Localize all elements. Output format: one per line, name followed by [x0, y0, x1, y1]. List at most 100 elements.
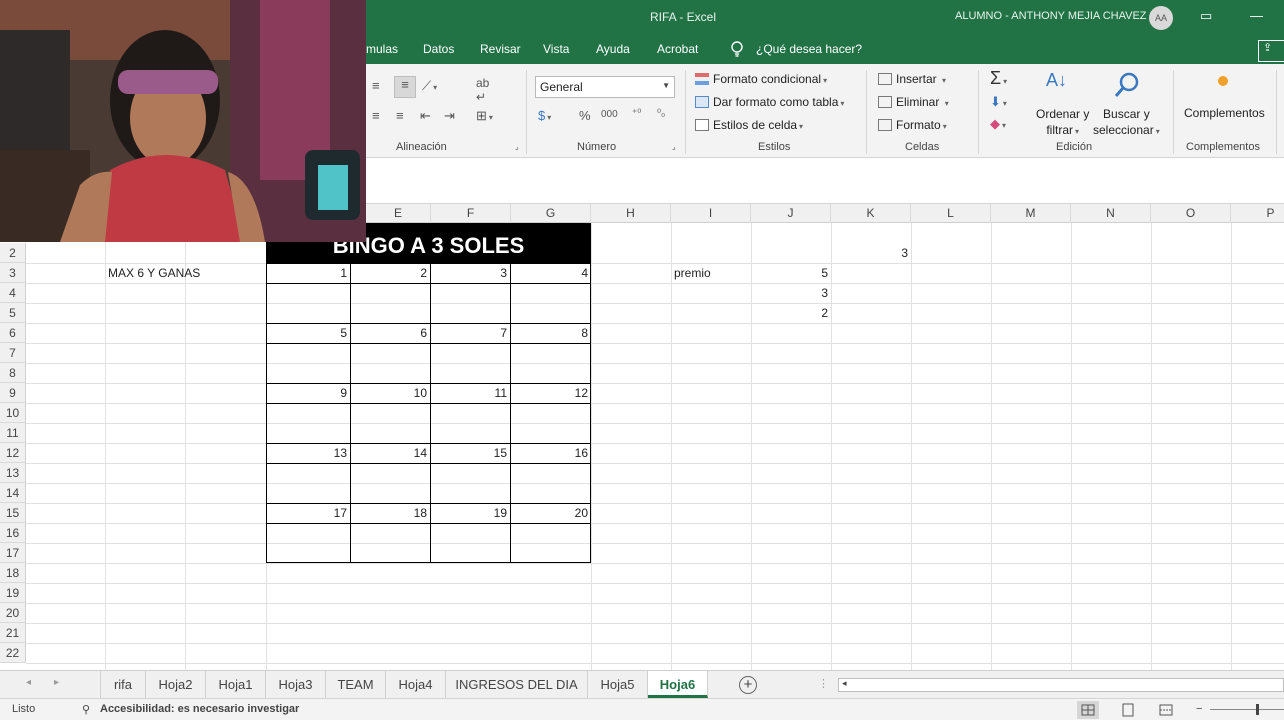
row-header[interactable]: 14 [0, 483, 26, 503]
premio-label-cell[interactable]: premio [674, 263, 711, 283]
max-note-cell[interactable]: MAX 6 Y GANAS [108, 263, 200, 283]
zoom-slider-thumb[interactable] [1256, 704, 1259, 715]
bingo-number-cell[interactable]: 19 [430, 503, 510, 523]
row-header[interactable]: 16 [0, 523, 26, 543]
ribbon-display-options-icon[interactable]: ▭ [1200, 8, 1212, 24]
tab-formulas[interactable]: mulas [366, 42, 398, 56]
tab-datos[interactable]: Datos [423, 42, 454, 56]
row-header[interactable]: 5 [0, 303, 26, 323]
add-sheet-button[interactable]: + [739, 676, 757, 694]
bingo-number-cell[interactable]: 16 [510, 443, 591, 463]
row-header[interactable]: 20 [0, 603, 26, 623]
fill-down-icon[interactable]: ⬇ ▾ [990, 94, 1007, 110]
bingo-number-cell[interactable]: 7 [430, 323, 510, 343]
bingo-number-cell[interactable]: 8 [510, 323, 591, 343]
align-left-icon[interactable]: ≡ [372, 108, 380, 123]
column-header-k[interactable]: K [831, 204, 911, 223]
column-header-m[interactable]: M [991, 204, 1071, 223]
row-header[interactable]: 18 [0, 563, 26, 583]
cell-k2[interactable]: 3 [831, 243, 911, 263]
insert-cells-button[interactable]: Insertar ▾ [878, 72, 946, 86]
bingo-number-cell[interactable]: 4 [510, 263, 591, 283]
merge-center-icon[interactable]: ⊞ ▾ [476, 108, 493, 124]
autosum-icon[interactable]: Σ ▾ [990, 68, 1007, 89]
row-header[interactable]: 15 [0, 503, 26, 523]
share-button[interactable]: ⇪ [1258, 40, 1284, 62]
sheet-tab-rifa[interactable]: rifa [100, 671, 146, 698]
scroll-left-arrow-icon[interactable]: ◂ [842, 678, 847, 689]
bingo-number-cell[interactable]: 5 [266, 323, 350, 343]
tell-me-search[interactable]: ¿Qué desea hacer? [756, 42, 862, 56]
bingo-number-cell[interactable]: 2 [350, 263, 430, 283]
percent-style-button[interactable]: % [579, 108, 591, 123]
row-header[interactable]: 7 [0, 343, 26, 363]
sheet-tab-hoja1[interactable]: Hoja1 [206, 671, 266, 698]
horizontal-scrollbar[interactable]: ◂ [838, 678, 1284, 692]
bingo-number-cell[interactable]: 15 [430, 443, 510, 463]
page-layout-view-button[interactable] [1117, 701, 1139, 719]
bingo-number-cell[interactable]: 18 [350, 503, 430, 523]
addins-button[interactable]: Complementos [1184, 106, 1265, 120]
zoom-out-icon[interactable]: − [1196, 703, 1202, 715]
number-dialog-launcher-icon[interactable]: ⌟ [672, 142, 676, 151]
row-header[interactable]: 9 [0, 383, 26, 403]
accessibility-status[interactable]: Accesibilidad: es necesario investigar [100, 703, 299, 715]
tab-acrobat[interactable]: Acrobat [657, 42, 698, 56]
page-break-view-button[interactable] [1155, 701, 1177, 719]
scroll-right-icon[interactable]: ▸ [54, 677, 59, 688]
bingo-number-cell[interactable]: 14 [350, 443, 430, 463]
increase-indent-icon[interactable]: ⇥ [444, 108, 455, 124]
sheet-tab-hoja6[interactable]: Hoja6 [648, 671, 708, 698]
sort-filter-icon[interactable]: A↓ [1046, 70, 1067, 91]
bingo-number-cell[interactable]: 20 [510, 503, 591, 523]
wrap-text-icon[interactable]: ab ↵ [476, 76, 489, 104]
row-header[interactable]: 17 [0, 543, 26, 563]
row-header[interactable]: 11 [0, 423, 26, 443]
alignment-dialog-launcher-icon[interactable]: ⌟ [515, 142, 519, 151]
row-header[interactable]: 13 [0, 463, 26, 483]
currency-format-icon[interactable]: $ ▾ [538, 108, 551, 123]
row-header[interactable]: 2 [0, 243, 26, 263]
row-header[interactable]: 10 [0, 403, 26, 423]
minimize-icon[interactable]: — [1250, 8, 1263, 23]
find-select-button[interactable]: Buscar y seleccionar ▾ [1093, 106, 1160, 140]
bingo-number-cell[interactable]: 10 [350, 383, 430, 403]
decrease-decimal-icon[interactable]: ⁰₀ [657, 108, 665, 119]
row-header[interactable]: 4 [0, 283, 26, 303]
sheet-tab-hoja5[interactable]: Hoja5 [588, 671, 648, 698]
align-center-icon[interactable]: ≡ [396, 108, 404, 123]
cell-styles-button[interactable]: Estilos de celda ▾ [695, 118, 803, 132]
worksheet-grid[interactable]: 2 3 4 5 6 7 8 9 10 11 12 13 14 15 16 17 … [0, 223, 1284, 670]
column-header-h[interactable]: H [591, 204, 671, 223]
decrease-indent-icon[interactable]: ⇤ [420, 108, 431, 124]
sheet-tab-ingresos-del-dia[interactable]: INGRESOS DEL DIA [446, 671, 588, 698]
row-header[interactable]: 22 [0, 643, 26, 663]
bingo-number-cell[interactable]: 1 [266, 263, 350, 283]
tab-revisar[interactable]: Revisar [480, 42, 521, 56]
orientation-icon[interactable]: ⟋ ▾ [422, 78, 437, 94]
column-header-i[interactable]: I [671, 204, 751, 223]
conditional-format-button[interactable]: Formato condicional ▾ [695, 72, 827, 86]
row-header[interactable]: 12 [0, 443, 26, 463]
bingo-number-cell[interactable]: 3 [430, 263, 510, 283]
bingo-number-cell[interactable]: 11 [430, 383, 510, 403]
align-middle-icon[interactable]: ≡ [394, 76, 416, 98]
comma-style-button[interactable]: 000 [601, 109, 618, 120]
bingo-number-cell[interactable]: 12 [510, 383, 591, 403]
sheet-tab-hoja2[interactable]: Hoja2 [146, 671, 206, 698]
sort-filter-button[interactable]: Ordenar y filtrar ▾ [1036, 106, 1089, 140]
row-header[interactable]: 8 [0, 363, 26, 383]
cell-j5[interactable]: 2 [751, 303, 831, 323]
cell-j3[interactable]: 5 [751, 263, 831, 283]
delete-cells-button[interactable]: Eliminar ▾ [878, 95, 949, 109]
row-header[interactable]: 21 [0, 623, 26, 643]
cell-j4[interactable]: 3 [751, 283, 831, 303]
column-header-f[interactable]: F [431, 204, 511, 223]
row-header[interactable]: 3 [0, 263, 26, 283]
user-name[interactable]: ALUMNO - ANTHONY MEJIA CHAVEZ [955, 10, 1147, 22]
tab-ayuda[interactable]: Ayuda [596, 42, 630, 56]
sheet-tab-team[interactable]: TEAM [326, 671, 386, 698]
bingo-number-cell[interactable]: 17 [266, 503, 350, 523]
splitter-icon[interactable]: ⋮ [818, 677, 829, 690]
column-header-l[interactable]: L [911, 204, 991, 223]
